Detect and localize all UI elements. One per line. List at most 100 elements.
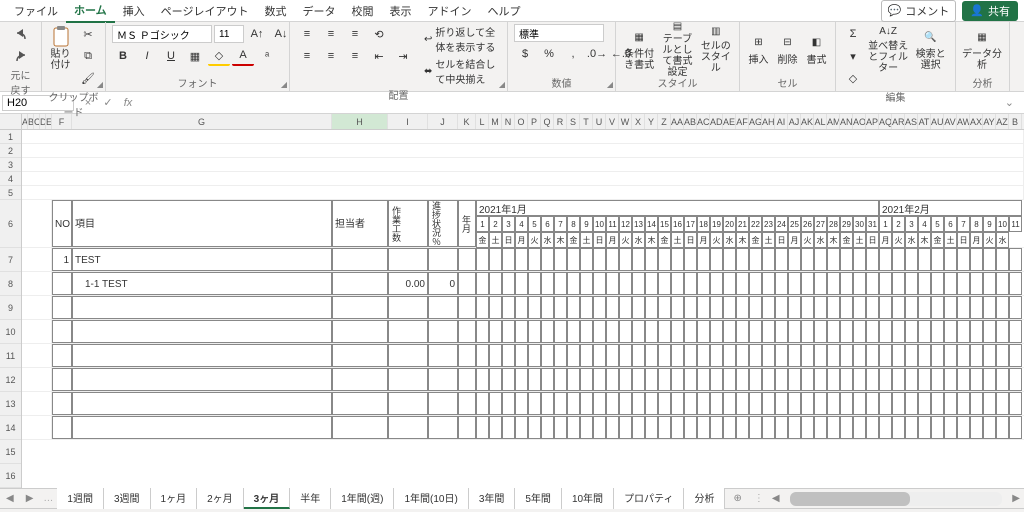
formula-expand-button[interactable]: ⌄ (999, 96, 1020, 109)
decrease-indent-button[interactable]: ⇤ (368, 46, 390, 66)
col-header-AR[interactable]: AR (892, 114, 905, 129)
col-header-AH[interactable]: AH (762, 114, 775, 129)
wrap-text-button[interactable]: ↩折り返して全体を表示する (424, 24, 501, 54)
font-name-select[interactable] (112, 25, 212, 43)
align-middle-button[interactable]: ≡ (320, 24, 342, 44)
sheet-tab[interactable]: 分析 (684, 488, 725, 509)
underline-button[interactable]: U (160, 46, 182, 66)
insert-function-button[interactable]: fx (120, 97, 136, 109)
col-header-Z[interactable]: Z (658, 114, 671, 129)
sheet-tab[interactable]: 1年間(週) (331, 488, 394, 509)
align-center-button[interactable]: ≡ (320, 46, 342, 66)
italic-button[interactable]: I (136, 46, 158, 66)
row-headers[interactable]: 1234567891011121314151617 (0, 130, 22, 488)
row-header-12[interactable]: 12 (0, 368, 21, 392)
sheet-tab[interactable]: 5年間 (515, 488, 562, 509)
redo-button[interactable] (10, 46, 32, 66)
new-sheet-button[interactable]: ⊕ (725, 493, 749, 504)
col-header-AL[interactable]: AL (814, 114, 827, 129)
col-header-K[interactable]: K (458, 114, 476, 129)
decrease-font-button[interactable]: A↓ (270, 24, 292, 44)
row-header-15[interactable]: 15 (0, 440, 21, 464)
merge-center-button[interactable]: ⬌セルを結合して中央揃え (424, 56, 501, 86)
row-header-13[interactable]: 13 (0, 392, 21, 416)
col-header-U[interactable]: U (593, 114, 606, 129)
sheet-tab[interactable]: 1週間 (57, 488, 104, 509)
col-header-AV[interactable]: AV (944, 114, 957, 129)
sheet-tab[interactable]: 1ヶ月 (151, 488, 198, 509)
increase-indent-button[interactable]: ⇥ (392, 46, 414, 66)
row-header-5[interactable]: 5 (0, 186, 21, 200)
col-header-H[interactable]: H (332, 114, 388, 129)
align-left-button[interactable]: ≡ (296, 46, 318, 66)
insert-cells-button[interactable]: ⊞挿入 (746, 24, 771, 74)
sheet-tab[interactable]: 半年 (290, 488, 331, 509)
font-launcher[interactable]: ◢ (281, 80, 287, 89)
menu-formulas[interactable]: 数式 (256, 0, 294, 22)
alignment-launcher[interactable]: ◢ (499, 80, 505, 89)
col-header-AK[interactable]: AK (801, 114, 814, 129)
menu-help[interactable]: ヘルプ (479, 0, 528, 22)
col-header-L[interactable]: L (476, 114, 489, 129)
menu-data[interactable]: データ (294, 0, 343, 22)
row-header-7[interactable]: 7 (0, 248, 21, 272)
format-cells-button[interactable]: ◧書式 (804, 24, 829, 74)
undo-button[interactable] (10, 24, 32, 44)
col-header-O[interactable]: O (515, 114, 528, 129)
row-header-9[interactable]: 9 (0, 296, 21, 320)
font-color-button[interactable]: A (232, 46, 254, 66)
number-format-select[interactable] (514, 24, 604, 42)
col-header-G[interactable]: G (72, 114, 332, 129)
col-header-AZ[interactable]: AZ (996, 114, 1009, 129)
col-header-W[interactable]: W (619, 114, 632, 129)
align-top-button[interactable]: ≡ (296, 24, 318, 44)
col-header-AE[interactable]: AE (723, 114, 736, 129)
conditional-formatting-button[interactable]: ▦条件付き書式 (622, 24, 656, 74)
clear-button[interactable]: ◇ (842, 68, 864, 88)
col-header-V[interactable]: V (606, 114, 619, 129)
fill-color-button[interactable]: ◇ (208, 46, 230, 66)
sheet-tab[interactable]: 10年間 (562, 488, 614, 509)
accounting-format-button[interactable]: $ (514, 44, 536, 64)
col-header-Q[interactable]: Q (541, 114, 554, 129)
col-header-AU[interactable]: AU (931, 114, 944, 129)
grid[interactable]: NO項目担当者作業工数進捗状況％年月2021年1月2021年2月12345678… (22, 130, 1024, 488)
row-header-8[interactable]: 8 (0, 272, 21, 296)
col-header-S[interactable]: S (567, 114, 580, 129)
cut-button[interactable]: ✂ (77, 24, 99, 44)
col-header-T[interactable]: T (580, 114, 593, 129)
col-header-AG[interactable]: AG (749, 114, 762, 129)
align-bottom-button[interactable]: ≡ (344, 24, 366, 44)
find-select-button[interactable]: 🔍検索と選択 (912, 24, 949, 74)
menu-review[interactable]: 校閲 (343, 0, 381, 22)
increase-decimal-button[interactable]: .0→ (586, 44, 608, 64)
increase-font-button[interactable]: A↑ (246, 24, 268, 44)
col-header-R[interactable]: R (554, 114, 567, 129)
col-header-AD[interactable]: AD (710, 114, 723, 129)
col-header-AI[interactable]: AI (775, 114, 788, 129)
autosum-button[interactable]: Σ (842, 24, 864, 44)
row-header-1[interactable]: 1 (0, 130, 21, 144)
col-header-J[interactable]: J (428, 114, 458, 129)
row-header-11[interactable]: 11 (0, 344, 21, 368)
col-header-AX[interactable]: AX (970, 114, 983, 129)
hscroll-left[interactable]: ◀ (768, 493, 784, 504)
row-header-2[interactable]: 2 (0, 144, 21, 158)
col-header-AW[interactable]: AW (957, 114, 970, 129)
formula-enter-button[interactable]: ✓ (100, 96, 116, 109)
row-header-3[interactable]: 3 (0, 158, 21, 172)
format-painter-button[interactable]: 🖌 (77, 68, 99, 88)
col-header-AN[interactable]: AN (840, 114, 853, 129)
col-header-M[interactable]: M (489, 114, 502, 129)
menu-page-layout[interactable]: ページレイアウト (153, 0, 257, 22)
col-header-AM[interactable]: AM (827, 114, 840, 129)
row-header-16[interactable]: 16 (0, 464, 21, 488)
column-headers[interactable]: ABCDEFGHIJKLMNOPQRSTUVWXYZAAABACADAEAFAG… (0, 114, 1024, 130)
col-header-B[interactable]: B (1009, 114, 1022, 129)
col-header-AO[interactable]: AO (853, 114, 866, 129)
worksheet-area[interactable]: 1234567891011121314151617 NO項目担当者作業工数進捗状… (0, 130, 1024, 488)
col-header-AF[interactable]: AF (736, 114, 749, 129)
row-header-4[interactable]: 4 (0, 172, 21, 186)
col-header-AT[interactable]: AT (918, 114, 931, 129)
copy-button[interactable]: ⧉ (77, 46, 99, 66)
